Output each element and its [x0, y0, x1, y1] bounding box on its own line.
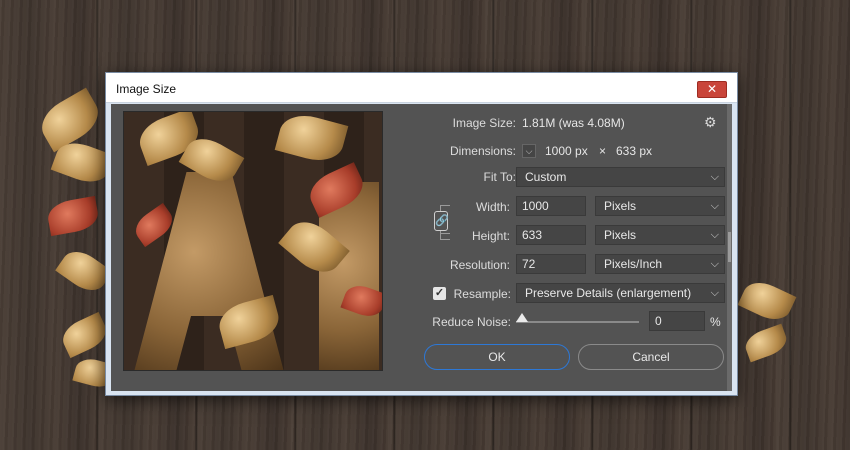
- close-button[interactable]: ✕: [697, 81, 727, 98]
- fit-to-select[interactable]: Custom ⌵: [516, 167, 725, 187]
- width-input[interactable]: [516, 196, 586, 216]
- chevron-down-icon: ⌵: [710, 258, 719, 270]
- gear-icon[interactable]: ⚙: [704, 114, 717, 131]
- width-label: Width:: [475, 200, 510, 214]
- dimensions-width-value: 1000 px: [545, 144, 588, 158]
- height-unit-value: Pixels: [604, 228, 637, 242]
- resolution-unit-value: Pixels/Inch: [604, 257, 663, 271]
- resample-label: Resample:: [453, 287, 511, 301]
- width-unit-select[interactable]: Pixels ⌵: [595, 196, 725, 216]
- reduce-noise-label: Reduce Noise:: [432, 315, 511, 329]
- image-size-dialog: Image Size ✕ Image Size: 1.81M (was 4.08…: [105, 72, 738, 396]
- height-input[interactable]: [516, 225, 586, 245]
- dialog-title: Image Size: [116, 82, 177, 96]
- dimensions-label: Dimensions:: [449, 144, 516, 158]
- reduce-noise-slider-thumb[interactable]: [516, 313, 528, 322]
- resample-checkbox[interactable]: ✓: [433, 287, 446, 300]
- dimensions-height-value: 633 px: [616, 144, 653, 158]
- cancel-button[interactable]: Cancel: [578, 344, 724, 370]
- fit-to-value: Custom: [525, 170, 567, 184]
- image-preview[interactable]: [123, 111, 383, 371]
- constrain-bracket-bottom: [440, 233, 450, 234]
- image-size-value: 1.81M (was 4.08M): [522, 116, 625, 130]
- resample-method-select[interactable]: Preserve Details (enlargement) ⌵: [516, 283, 725, 303]
- chevron-down-icon: ⌵: [710, 287, 719, 299]
- fit-to-label: Fit To:: [483, 170, 516, 184]
- reduce-noise-slider-track[interactable]: [516, 321, 639, 323]
- height-unit-select[interactable]: Pixels ⌵: [595, 225, 725, 245]
- chevron-down-icon: ⌵: [710, 171, 719, 183]
- chevron-down-icon: ⌵: [710, 200, 719, 212]
- resample-method-value: Preserve Details (enlargement): [525, 286, 692, 300]
- resolution-input[interactable]: [516, 254, 586, 274]
- dimensions-units-dropdown[interactable]: ⌵: [522, 144, 536, 158]
- preview-letter-a: [134, 172, 284, 370]
- dialog-body: Image Size: 1.81M (was 4.08M) ⚙ Dimensio…: [111, 104, 732, 391]
- ok-button[interactable]: OK: [424, 344, 570, 370]
- resolution-unit-select[interactable]: Pixels/Inch ⌵: [595, 254, 725, 274]
- reduce-noise-unit: %: [710, 315, 721, 329]
- panel-scrollbar[interactable]: [727, 104, 732, 391]
- dimensions-times: ×: [599, 144, 607, 158]
- height-label: Height:: [471, 229, 510, 243]
- title-bar: Image Size ✕: [106, 73, 737, 103]
- image-size-label: Image Size:: [452, 116, 516, 130]
- resolution-label: Resolution:: [449, 258, 510, 272]
- reduce-noise-input[interactable]: [649, 311, 705, 331]
- constrain-proportions-link-icon[interactable]: 🔗: [434, 211, 449, 231]
- chevron-down-icon: ⌵: [710, 229, 719, 241]
- width-unit-value: Pixels: [604, 199, 637, 213]
